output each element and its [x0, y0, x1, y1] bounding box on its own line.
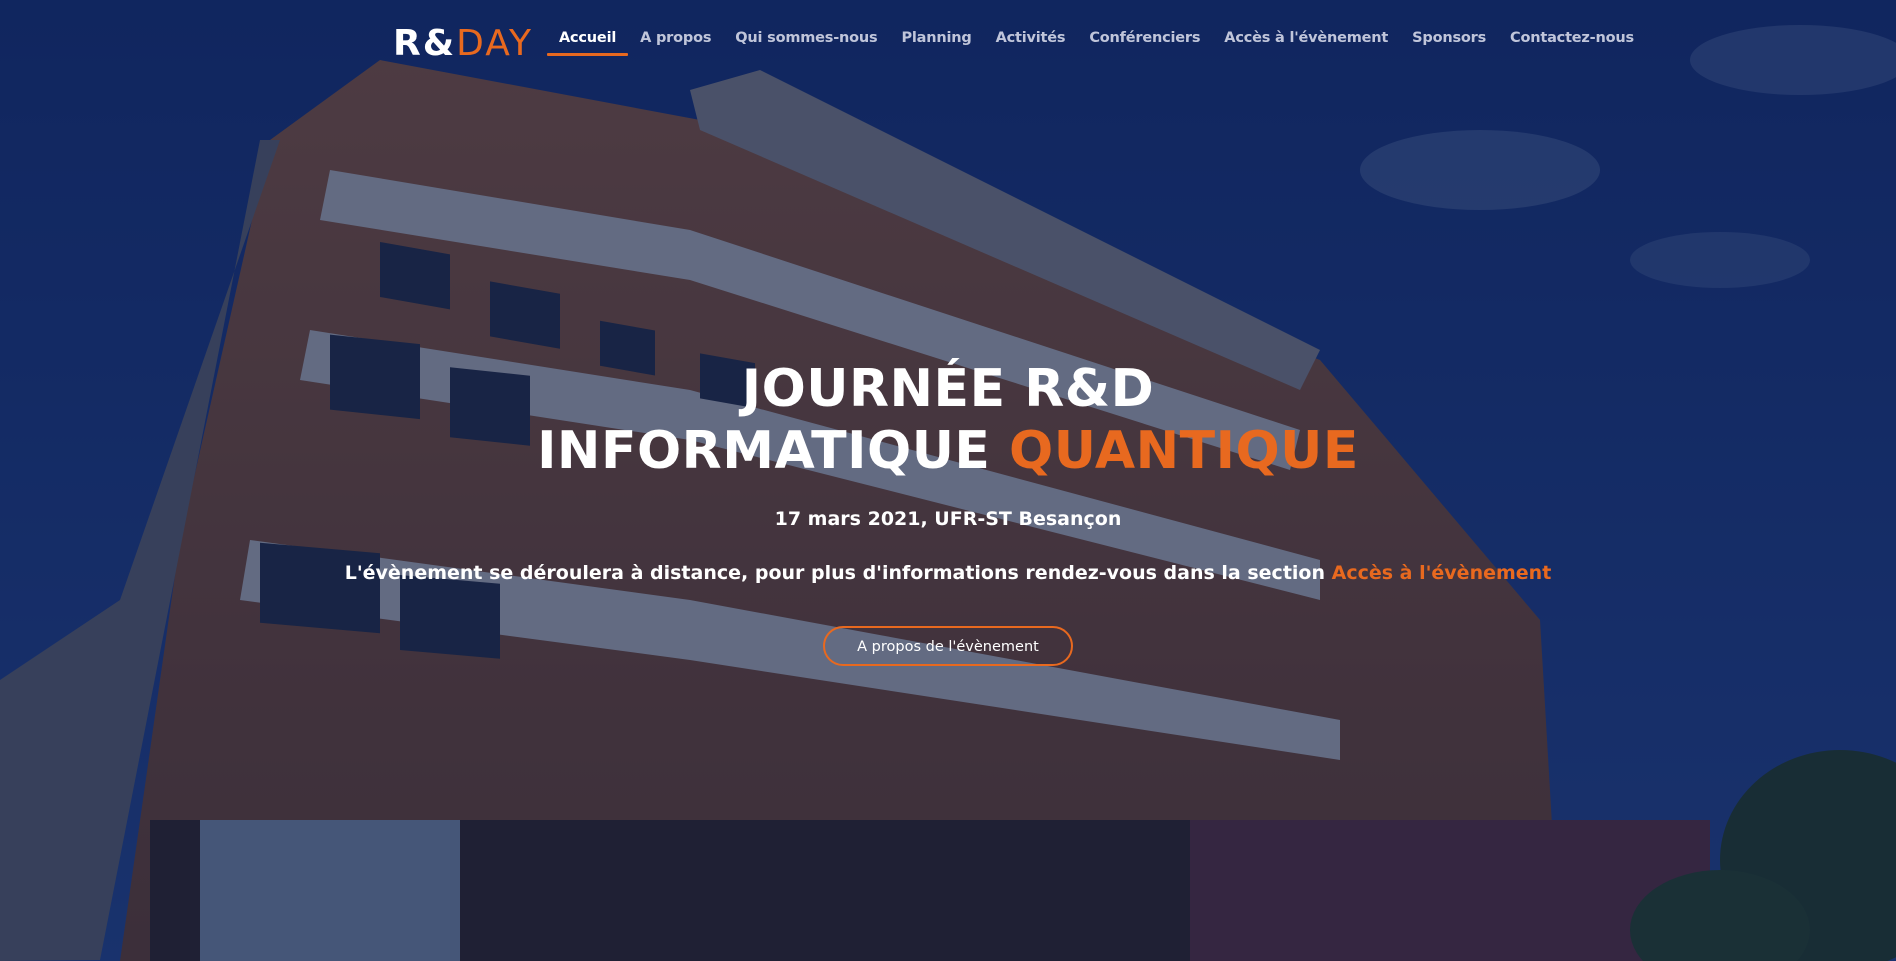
- nav-item-qui-sommes-nous[interactable]: Qui sommes-nous: [723, 26, 889, 58]
- nav-item-accueil[interactable]: Accueil: [547, 26, 629, 58]
- nav-item-planning[interactable]: Planning: [889, 26, 983, 58]
- cta-wrapper: A propos de l'évènement: [0, 626, 1896, 666]
- top-navigation: R&DAY Accueil A propos Qui sommes-nous P…: [0, 0, 1896, 80]
- hero-title-line1: JOURNÉE R&D: [741, 359, 1155, 419]
- about-event-button[interactable]: A propos de l'évènement: [823, 626, 1073, 666]
- hero-title: JOURNÉE R&D INFORMATIQUE QUANTIQUE: [0, 358, 1896, 482]
- hero-content: JOURNÉE R&D INFORMATIQUE QUANTIQUE 17 ma…: [0, 358, 1896, 666]
- event-date-location: 17 mars 2021, UFR-ST Besançon: [774, 508, 1122, 530]
- nav-menu: Accueil A propos Qui sommes-nous Plannin…: [547, 26, 1646, 58]
- nav-item-sponsors[interactable]: Sponsors: [1400, 26, 1498, 58]
- hero-section: R&DAY Accueil A propos Qui sommes-nous P…: [0, 0, 1896, 961]
- nav-item-activites[interactable]: Activités: [984, 26, 1078, 58]
- nav-item-conferenciers[interactable]: Conférenciers: [1077, 26, 1212, 58]
- logo-text-prefix: R&: [393, 23, 457, 64]
- event-notice: L'évènement se déroulera à distance, pou…: [0, 562, 1896, 584]
- event-notice-text: L'évènement se déroulera à distance, pou…: [344, 562, 1332, 584]
- nav-item-acces-evenement[interactable]: Accès à l'évènement: [1212, 26, 1400, 58]
- hero-title-line2: INFORMATIQUE: [537, 421, 1010, 481]
- hero-title-accent: QUANTIQUE: [1009, 421, 1359, 481]
- nav-item-a-propos[interactable]: A propos: [628, 26, 723, 58]
- site-logo[interactable]: R&DAY: [393, 22, 533, 66]
- event-access-link[interactable]: Accès à l'évènement: [1332, 562, 1552, 584]
- nav-item-contactez-nous[interactable]: Contactez-nous: [1498, 26, 1646, 58]
- logo-text-accent: DAY: [456, 23, 534, 64]
